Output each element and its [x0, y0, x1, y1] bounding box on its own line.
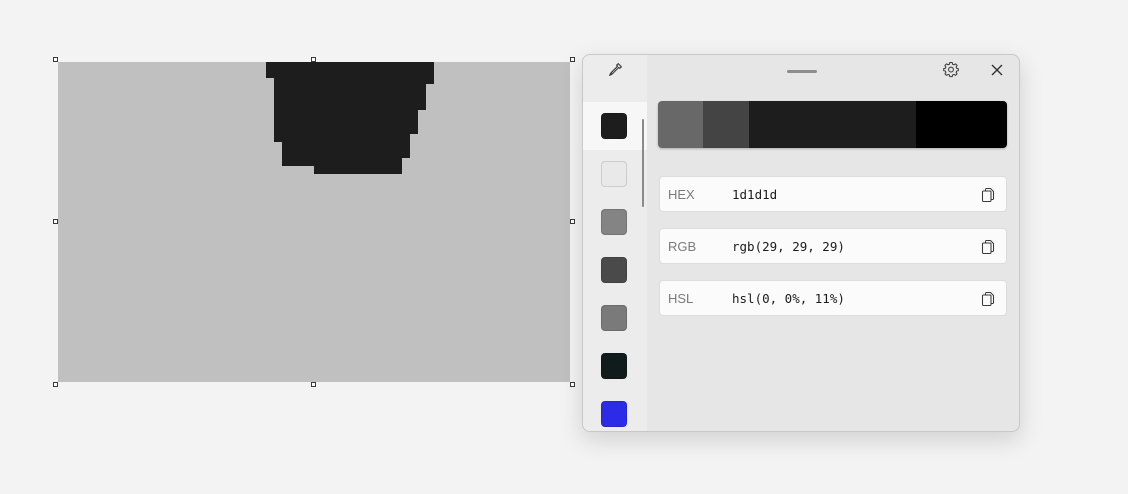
shade-swatch-2[interactable] [703, 101, 749, 148]
color-picker-window: HEX 1d1d1d RGB rgb(29, 29, 29) HSL hsl(0… [582, 54, 1020, 432]
history-scrollbar[interactable] [642, 119, 644, 207]
hex-value[interactable]: 1d1d1d [732, 187, 777, 202]
rgb-label: RGB [668, 239, 697, 254]
close-button[interactable] [982, 55, 1012, 85]
shade-swatch-3[interactable] [748, 101, 917, 148]
shade-swatch-1[interactable] [658, 101, 704, 148]
hex-row: HEX 1d1d1d [659, 176, 1007, 212]
copy-hsl-button[interactable] [978, 289, 998, 309]
rgb-value[interactable]: rgb(29, 29, 29) [732, 239, 845, 254]
hsl-row: HSL hsl(0, 0%, 11%) [659, 280, 1007, 316]
copy-hex-button[interactable] [978, 185, 998, 205]
shade-swatch-4[interactable] [916, 101, 1007, 148]
copy-icon [981, 239, 995, 255]
history-swatch-blue[interactable] [601, 401, 627, 427]
history-swatch-dark-gray[interactable] [601, 113, 627, 139]
hsl-label: HSL [668, 291, 694, 306]
settings-button[interactable] [936, 55, 966, 85]
copy-icon [981, 291, 995, 307]
eyedropper-icon [609, 63, 622, 76]
canvas-shape [266, 62, 434, 174]
resize-handle-right[interactable] [570, 219, 575, 224]
image-canvas[interactable] [58, 62, 570, 382]
copy-rgb-button[interactable] [978, 237, 998, 257]
history-swatch-medium-gray[interactable] [601, 209, 627, 235]
resize-handle-bottom-left[interactable] [53, 382, 58, 387]
rgb-row: RGB rgb(29, 29, 29) [659, 228, 1007, 264]
copy-icon [981, 187, 995, 203]
close-icon [991, 64, 1003, 76]
gear-icon [943, 62, 959, 78]
history-swatch-gray[interactable] [601, 305, 627, 331]
history-swatch-charcoal[interactable] [601, 257, 627, 283]
shade-bar [658, 101, 1007, 148]
history-swatch-light-gray[interactable] [601, 161, 627, 187]
hsl-value[interactable]: hsl(0, 0%, 11%) [732, 291, 845, 306]
color-history [583, 55, 647, 431]
resize-handle-bottom[interactable] [311, 382, 316, 387]
window-drag-handle[interactable] [787, 70, 817, 73]
eyedropper-button[interactable] [583, 55, 647, 85]
resize-handle-bottom-right[interactable] [570, 382, 575, 387]
resize-handle-top-right[interactable] [570, 57, 575, 62]
hex-label: HEX [668, 187, 695, 202]
history-swatch-near-black-teal[interactable] [601, 353, 627, 379]
